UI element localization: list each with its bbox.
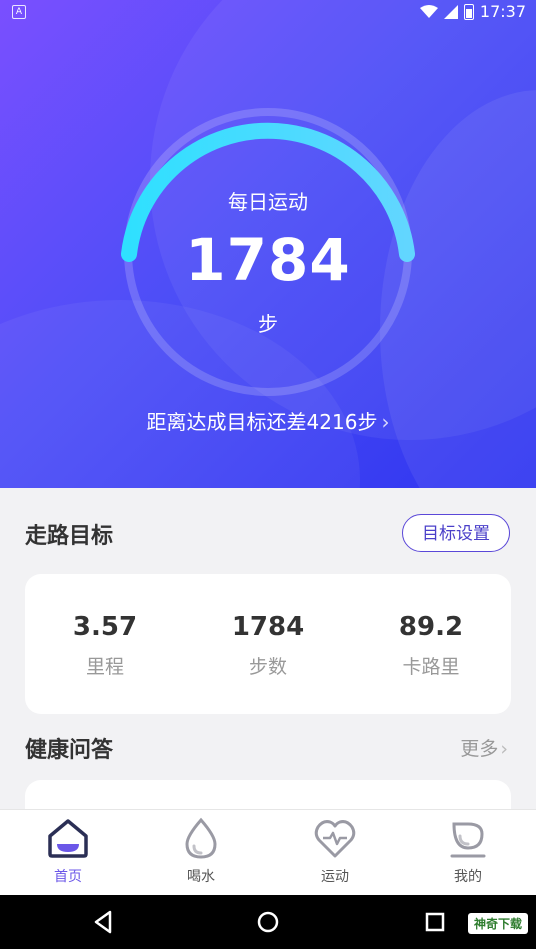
chevron-right-icon: ›	[381, 410, 390, 434]
goal-remaining-text: 距离达成目标还差4216步	[146, 410, 378, 434]
chevron-right-icon: ›	[500, 738, 508, 760]
tab-label: 运动	[321, 869, 349, 885]
hero-panel: A 17:37 每日运动 1784 步 距离达成目标还差4216步 ›	[0, 0, 536, 488]
goal-settings-button[interactable]: 目标设置	[402, 514, 510, 552]
tab-water[interactable]: 喝水	[151, 816, 251, 886]
stat-distance: 3.57 里程	[25, 612, 185, 679]
watermark-label: 神奇下载	[467, 913, 528, 934]
tab-label: 首页	[54, 869, 82, 885]
more-link[interactable]: 更多 ›	[460, 734, 508, 761]
health-qa-title: 健康问答	[25, 738, 114, 763]
tab-home[interactable]: 首页	[18, 816, 118, 886]
stat-label: 里程	[85, 656, 124, 678]
status-time: 17:37	[479, 2, 526, 21]
stat-value: 89.2	[398, 612, 464, 642]
step-count: 1784	[185, 226, 351, 294]
tab-exercise[interactable]: 运动	[285, 816, 385, 886]
stats-card: 3.57 里程 1784 步数 89.2 卡路里	[25, 574, 511, 714]
walk-goal-title: 走路目标	[25, 524, 114, 549]
water-drop-icon	[185, 817, 217, 859]
recent-apps-icon[interactable]	[420, 907, 450, 937]
home-nav-icon[interactable]	[253, 907, 283, 937]
profile-icon	[450, 822, 486, 858]
tab-label: 喝水	[187, 869, 215, 885]
tab-profile[interactable]: 我的	[418, 816, 518, 886]
stat-steps: 1784 步数	[188, 612, 348, 679]
heart-pulse-icon	[314, 820, 356, 858]
stat-value: 3.57	[72, 612, 138, 642]
back-icon[interactable]	[88, 907, 118, 937]
signal-icon	[443, 4, 458, 19]
tab-label: 我的	[454, 869, 482, 885]
home-icon	[48, 819, 88, 858]
stat-value: 1784	[231, 612, 305, 642]
android-nav-bar: 神奇下载	[0, 895, 536, 949]
stat-label: 卡路里	[402, 656, 460, 678]
app-notification-icon: A	[12, 5, 26, 19]
goal-remaining-link[interactable]: 距离达成目标还差4216步 ›	[0, 406, 536, 435]
battery-icon	[463, 3, 474, 20]
stat-label: 步数	[248, 656, 287, 678]
daily-exercise-label: 每日运动	[228, 190, 308, 214]
wifi-icon	[419, 4, 438, 18]
screen: A 17:37 每日运动 1784 步 距离达成目标还差4216步 › 走路目标…	[0, 0, 536, 949]
status-bar: A 17:37	[0, 0, 536, 24]
stat-calories: 89.2 卡路里	[351, 612, 511, 679]
step-unit: 步	[258, 312, 278, 336]
more-label: 更多	[460, 738, 499, 760]
bottom-tab-bar: 首页 喝水 运动 我的	[0, 809, 536, 896]
